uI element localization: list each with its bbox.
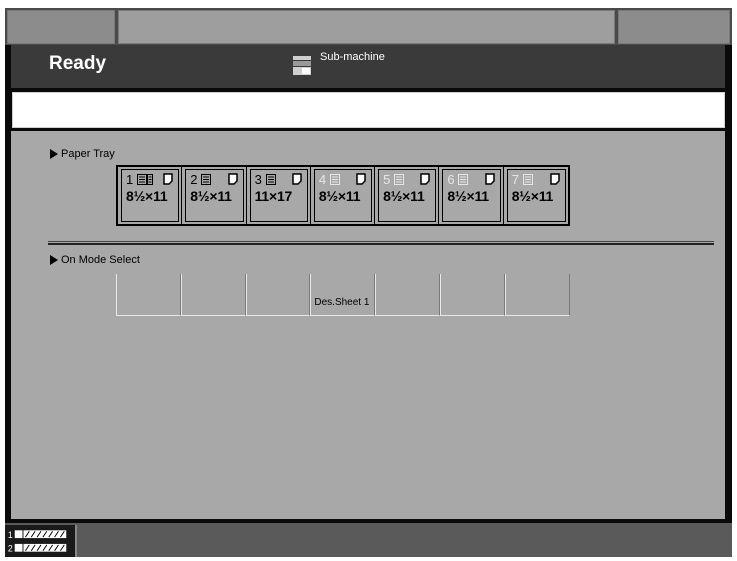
document-icon — [227, 173, 238, 185]
tray-paper-size: 8½×11 — [190, 188, 232, 204]
paper-stack-icon — [201, 174, 212, 185]
paper-tray-7[interactable]: 7 8½×11 — [502, 166, 569, 225]
tray-number: 5 — [383, 172, 391, 187]
mode-select-button-2[interactable] — [180, 274, 246, 316]
mode-select-button-6[interactable] — [439, 274, 505, 316]
mode-select-button-3[interactable] — [245, 274, 311, 316]
tray-number: 6 — [447, 172, 455, 187]
top-tab-bar — [5, 8, 732, 45]
document-icon — [163, 173, 174, 185]
tray-frame: 3 11×17 — [249, 169, 308, 222]
tray-paper-size: 8½×11 — [447, 188, 489, 204]
paper-tray-heading: Paper Tray — [50, 148, 115, 160]
paper-tray-3[interactable]: 3 11×17 — [245, 166, 312, 225]
tray-number: 1 — [126, 172, 134, 187]
paper-tray-2[interactable]: 2 8½×11 — [181, 166, 248, 225]
tray-status-icon: 1 2 — [5, 525, 77, 557]
arrow-right-icon — [50, 149, 58, 159]
top-tab-center[interactable] — [118, 10, 615, 44]
paper-tray-title: Paper Tray — [61, 148, 115, 160]
message-bar — [12, 92, 725, 128]
svg-text:2: 2 — [8, 544, 13, 554]
paper-tray-6[interactable]: 6 8½×11 — [438, 166, 505, 225]
main-panel: Paper Tray 1 8½×11 2 8½×11 3 11×17 4 8½×11 5 8½×1… — [11, 131, 725, 519]
paper-stack-icon — [329, 174, 340, 185]
paper-stack-icon — [137, 174, 153, 185]
section-divider — [48, 241, 714, 245]
submachine-indicator: Sub-machine — [292, 51, 385, 76]
bottom-status-bar: 1 2 — [5, 523, 732, 557]
status-header: Ready Sub-machine — [11, 45, 725, 88]
tray-frame: 1 8½×11 — [121, 169, 180, 222]
arrow-right-icon — [50, 255, 58, 265]
paper-stack-icon — [265, 174, 276, 185]
tray-number: 4 — [318, 172, 327, 187]
top-tab-right[interactable] — [618, 10, 730, 44]
paper-tray-4[interactable]: 4 8½×11 — [309, 166, 377, 225]
svg-text:1: 1 — [8, 530, 13, 540]
tray-paper-size: 11×17 — [254, 188, 293, 204]
tray-paper-size: 8½×11 — [318, 188, 361, 204]
mode-select-button-5[interactable] — [375, 274, 440, 316]
submachine-icon — [293, 56, 311, 75]
tray-number: 7 — [511, 172, 519, 187]
tray-frame: 4 8½×11 — [313, 169, 373, 222]
mode-select-title: On Mode Select — [61, 254, 140, 266]
paper-stack-icon — [522, 174, 533, 185]
paper-stack-icon — [458, 174, 469, 185]
mode-select-button-4[interactable]: Des.Sheet 1 — [310, 274, 376, 316]
paper-tray-5[interactable]: 5 8½×11 — [374, 166, 441, 225]
submachine-label: Sub-machine — [320, 51, 385, 63]
mode-select-heading: On Mode Select — [50, 254, 140, 266]
tray-number: 2 — [190, 172, 198, 187]
tray-number: 3 — [254, 172, 262, 187]
tray-paper-size: 8½×11 — [511, 188, 554, 204]
top-tab-left[interactable] — [7, 10, 115, 44]
tray-paper-size: 8½×11 — [383, 188, 425, 204]
document-icon — [356, 173, 366, 185]
mode-select-group: Des.Sheet 1 — [116, 274, 570, 316]
paper-tray-group: 1 8½×11 2 8½×11 3 11×17 4 8½×11 5 8½×11 6 8½×11 7 8½×… — [116, 165, 570, 226]
document-icon — [292, 173, 302, 185]
paper-tray-1[interactable]: 1 8½×11 — [116, 166, 184, 225]
status-title: Ready — [49, 53, 107, 74]
mode-label: Des.Sheet 1 — [314, 297, 370, 308]
mode-select-button-7[interactable] — [504, 274, 570, 316]
document-icon — [420, 173, 431, 185]
tray-paper-size: 8½×11 — [126, 188, 168, 204]
tray-frame: 5 8½×11 — [378, 169, 437, 222]
tray-frame: 6 8½×11 — [442, 169, 501, 222]
tray-frame: 2 8½×11 — [185, 169, 244, 222]
document-icon — [484, 173, 495, 185]
tray-frame: 7 8½×11 — [506, 169, 566, 222]
mode-select-button-1[interactable] — [116, 274, 181, 316]
paper-stack-icon — [394, 174, 405, 185]
document-icon — [550, 173, 560, 185]
